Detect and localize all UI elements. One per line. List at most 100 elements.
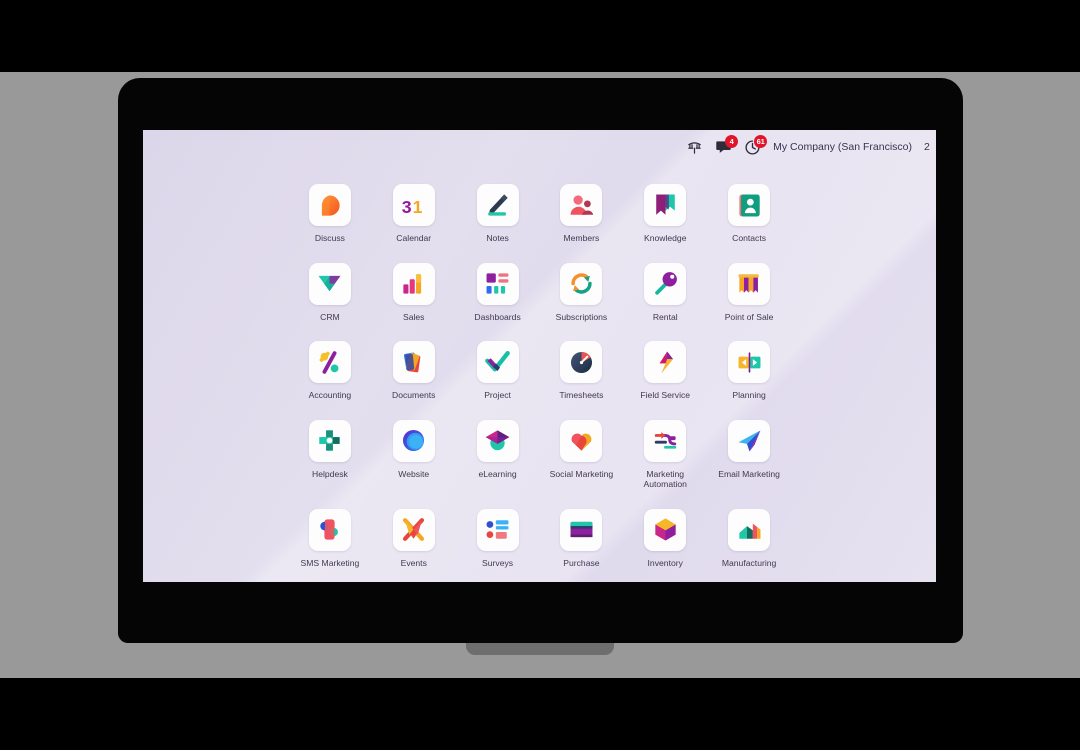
- app-label: Website: [398, 468, 430, 479]
- app-subscriptions[interactable]: Subscriptions: [540, 257, 623, 323]
- app-label: Discuss: [314, 233, 345, 243]
- app-label: Field Service: [640, 390, 691, 400]
- app-notes[interactable]: Notes: [456, 178, 539, 244]
- app-planning[interactable]: Planning: [708, 335, 791, 401]
- sales-icon[interactable]: [392, 262, 435, 305]
- app-project[interactable]: Project: [456, 335, 539, 401]
- user-menu[interactable]: 2: [924, 141, 932, 153]
- rental-key-icon[interactable]: [644, 262, 687, 305]
- crm-icon[interactable]: [308, 262, 351, 305]
- app-label: Manufacturing: [721, 557, 777, 568]
- point-of-sale-icon[interactable]: [728, 262, 771, 305]
- app-label: Knowledge: [643, 233, 687, 243]
- app-label: Members: [563, 233, 600, 243]
- app-dashboards[interactable]: Dashboards: [456, 257, 539, 323]
- app-label: Marketing Automation: [643, 468, 687, 490]
- accounting-percent-icon[interactable]: [308, 341, 351, 383]
- app-calendar[interactable]: 3 1 Calendar: [372, 178, 455, 244]
- notes-icon[interactable]: [476, 184, 519, 226]
- app-label: Planning: [732, 390, 766, 400]
- marketing-automation-icon[interactable]: [644, 419, 687, 462]
- app-inventory[interactable]: Inventory: [624, 503, 707, 569]
- inventory-cube-icon[interactable]: [644, 508, 687, 551]
- app-contacts[interactable]: Contacts: [708, 178, 791, 244]
- app-email-marketing[interactable]: Email Marketing: [708, 414, 791, 490]
- app-documents[interactable]: Documents: [372, 335, 455, 401]
- project-check-icon[interactable]: [476, 341, 519, 383]
- app-marketing-automation[interactable]: Marketing Automation: [624, 414, 707, 490]
- documents-icon[interactable]: [392, 341, 435, 383]
- app-elearning[interactable]: eLearning: [456, 414, 539, 490]
- app-surveys[interactable]: Surveys: [456, 503, 539, 569]
- events-icon[interactable]: [392, 508, 435, 551]
- app-label: Social Marketing: [549, 468, 614, 479]
- subscriptions-icon[interactable]: [560, 262, 603, 305]
- knowledge-icon[interactable]: [644, 184, 687, 226]
- discuss-icon[interactable]: [308, 184, 351, 226]
- app-field-service[interactable]: Field Service: [624, 335, 707, 401]
- app-label: Surveys: [482, 557, 514, 568]
- planning-icon[interactable]: [728, 341, 771, 383]
- contacts-icon[interactable]: [728, 184, 771, 226]
- app-manufacturing[interactable]: Manufacturing: [708, 503, 791, 569]
- app-label: Sales: [402, 311, 425, 322]
- activity-badge: 61: [754, 134, 768, 148]
- app-label: Contacts: [732, 233, 767, 243]
- purchase-card-icon[interactable]: [560, 508, 603, 551]
- app-members[interactable]: Members: [540, 178, 623, 244]
- laptop-base-notch: [466, 643, 614, 655]
- app-label: Purchase: [563, 557, 600, 568]
- app-label: Accounting: [308, 390, 352, 400]
- messages-icon[interactable]: 4: [715, 134, 739, 156]
- field-service-bolt-icon[interactable]: [644, 341, 687, 383]
- system-tray: 4 61 My Company (San Francisco) 2: [686, 134, 936, 160]
- timesheets-clock-icon[interactable]: [560, 341, 603, 383]
- app-sms-marketing[interactable]: SMS Marketing: [288, 503, 371, 569]
- app-label: Timesheets: [559, 390, 604, 400]
- app-label: Project: [484, 390, 511, 400]
- app-sales[interactable]: Sales: [372, 257, 455, 323]
- app-social-marketing[interactable]: Social Marketing: [540, 414, 623, 490]
- members-icon[interactable]: [560, 184, 603, 226]
- app-label: eLearning: [478, 468, 517, 479]
- activity-clock-icon[interactable]: 61: [744, 134, 768, 156]
- app-accounting[interactable]: Accounting: [288, 335, 371, 401]
- app-helpdesk[interactable]: Helpdesk: [288, 414, 371, 490]
- surveys-icon[interactable]: [476, 508, 519, 551]
- manufacturing-icon[interactable]: [728, 508, 771, 551]
- app-discuss[interactable]: Discuss: [288, 178, 371, 244]
- app-label: Events: [400, 557, 427, 568]
- elearning-cap-icon[interactable]: [476, 419, 519, 462]
- helpdesk-cross-icon[interactable]: [308, 419, 351, 462]
- app-website[interactable]: Website: [372, 414, 455, 490]
- app-label: Email Marketing: [718, 468, 780, 479]
- letterbox-bottom: [0, 678, 1080, 750]
- svg-text:1: 1: [413, 197, 423, 217]
- company-switcher[interactable]: My Company (San Francisco): [773, 141, 912, 153]
- app-label: Calendar: [396, 233, 432, 243]
- social-marketing-heart-icon[interactable]: [560, 419, 603, 462]
- dashboards-icon[interactable]: [476, 262, 519, 305]
- app-label: Subscriptions: [555, 311, 608, 322]
- laptop-screen: 4 61 My Company (San Francisco) 2 Discus…: [143, 130, 936, 582]
- app-label: Documents: [392, 390, 436, 400]
- app-label: Rental: [652, 311, 678, 322]
- app-knowledge[interactable]: Knowledge: [624, 178, 707, 244]
- sms-marketing-icon[interactable]: [308, 508, 351, 551]
- messages-badge: 4: [725, 134, 739, 148]
- app-timesheets[interactable]: Timesheets: [540, 335, 623, 401]
- app-label: Notes: [486, 233, 509, 243]
- app-purchase[interactable]: Purchase: [540, 503, 623, 569]
- app-point-of-sale[interactable]: Point of Sale: [708, 257, 791, 323]
- calendar-icon[interactable]: 3 1: [392, 184, 435, 226]
- app-label: Point of Sale: [724, 311, 774, 322]
- app-crm[interactable]: CRM: [288, 257, 371, 323]
- phone-icon[interactable]: [686, 139, 703, 156]
- app-grid: Discuss 3 1 Calendar Notes Members Knowle…: [143, 178, 936, 568]
- website-globe-icon[interactable]: [392, 419, 435, 462]
- email-marketing-plane-icon[interactable]: [728, 419, 771, 462]
- app-rental[interactable]: Rental: [624, 257, 707, 323]
- app-events[interactable]: Events: [372, 503, 455, 569]
- letterbox-top: [0, 0, 1080, 72]
- app-label: CRM: [320, 311, 340, 322]
